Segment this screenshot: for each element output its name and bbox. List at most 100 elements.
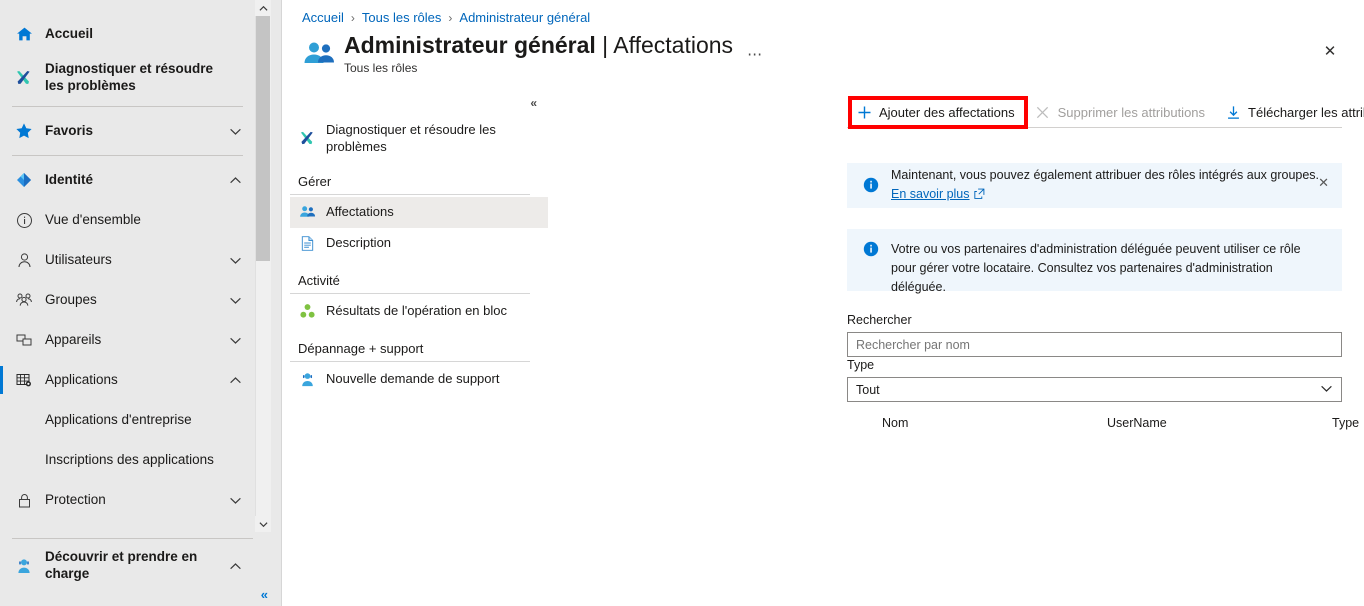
delete-assignments-button: Supprimer les attributions xyxy=(1026,97,1216,127)
sidebar-divider xyxy=(12,106,243,107)
sidebar-item-appareils[interactable]: Appareils xyxy=(0,320,255,360)
page-title-block: Administrateur général | Affectations To… xyxy=(344,32,733,75)
sidebar-item-label: Découvrir et prendre en charge xyxy=(45,549,225,583)
sidebar-divider xyxy=(12,155,243,156)
apps-grid-icon xyxy=(10,371,38,389)
info-banner-groups: Maintenant, vous pouvez également attrib… xyxy=(847,163,1342,208)
sidebar-item-identite[interactable]: Identité xyxy=(0,160,255,200)
sidebar-item-applications-entreprise[interactable]: Applications d'entreprise xyxy=(0,400,255,440)
download-assignments-button[interactable]: Télécharger les attributions xyxy=(1216,97,1364,127)
info-banner-text: Maintenant, vous pouvez également attrib… xyxy=(891,168,1319,182)
sidebar-item-groupes[interactable]: Groupes xyxy=(0,280,255,320)
blade-nav-item-nouvelle-demande-support[interactable]: Nouvelle demande de support xyxy=(290,364,548,395)
chevron-up-icon[interactable] xyxy=(225,560,245,573)
scrollbar-down-arrow[interactable] xyxy=(255,516,271,532)
blade-nav-item-label: Résultats de l'opération en bloc xyxy=(326,303,507,320)
chevron-down-icon[interactable] xyxy=(225,254,245,267)
sidebar-item-label: Inscriptions des applications xyxy=(10,452,245,469)
page-title-rest: Affectations xyxy=(613,32,733,58)
page-title-row: Administrateur général | Affectations To… xyxy=(302,32,763,75)
support-icon xyxy=(296,371,318,388)
info-circle-icon xyxy=(10,212,38,229)
en-savoir-plus-link[interactable]: En savoir plus xyxy=(891,187,970,201)
breadcrumb-item-administrateur-general[interactable]: Administrateur général xyxy=(459,10,590,25)
page-title: Administrateur général | Affectations xyxy=(344,32,733,59)
left-sidebar: Accueil Diagnostiquer et résoudre les pr… xyxy=(0,0,281,606)
blade-nav-item-affectations[interactable]: Affectations xyxy=(290,197,548,228)
sidebar-collapse-button[interactable]: « xyxy=(261,587,267,602)
sidebar-item-label: Applications d'entreprise xyxy=(10,412,245,429)
column-header-type[interactable]: Type xyxy=(1332,416,1359,430)
chevron-up-icon[interactable] xyxy=(225,374,245,387)
sidebar-item-label: Applications xyxy=(45,372,225,389)
add-assignments-button[interactable]: Ajouter des affectations xyxy=(847,97,1026,127)
sidebar-item-decouvrir[interactable]: Découvrir et prendre en charge xyxy=(0,546,255,586)
sidebar-item-favoris[interactable]: Favoris xyxy=(0,111,255,151)
role-members-icon xyxy=(302,38,336,72)
download-assignments-label: Télécharger les attributions xyxy=(1248,105,1364,120)
blade-nav-item-label: Nouvelle demande de support xyxy=(326,371,499,388)
column-header-nom[interactable]: Nom xyxy=(882,416,908,430)
column-header-username[interactable]: UserName xyxy=(1107,416,1167,430)
breadcrumb-separator: › xyxy=(351,11,355,25)
chevron-down-icon[interactable] xyxy=(225,294,245,307)
sidebar-item-inscriptions-applications[interactable]: Inscriptions des applications xyxy=(0,440,255,480)
home-icon xyxy=(10,26,38,43)
chevron-down-icon[interactable] xyxy=(225,125,245,138)
blade-nav-item-description[interactable]: Description xyxy=(290,228,548,259)
sidebar-scroll-region: Accueil Diagnostiquer et résoudre les pr… xyxy=(0,0,255,606)
page-title-separator: | xyxy=(596,32,614,58)
sidebar-divider xyxy=(12,538,253,539)
sidebar-item-label: Accueil xyxy=(45,26,225,43)
info-icon xyxy=(863,241,880,260)
delete-assignments-label: Supprimer les attributions xyxy=(1058,105,1205,120)
groups-icon xyxy=(10,291,38,309)
sidebar-item-diagnostiquer[interactable]: Diagnostiquer et résoudre les problèmes xyxy=(0,54,255,102)
sidebar-item-vue-densemble[interactable]: Vue d'ensemble xyxy=(0,200,255,240)
scrollbar-up-arrow[interactable] xyxy=(255,0,271,16)
sidebar-item-label: Utilisateurs xyxy=(45,252,225,269)
breadcrumb-item-tous-les-roles[interactable]: Tous les rôles xyxy=(362,10,441,25)
blade-nav-group-gerer: Gérer xyxy=(290,160,530,195)
sidebar-item-accueil[interactable]: Accueil xyxy=(0,14,255,54)
blade-nav-item-label: Diagnostiquer et résoudre les problèmes xyxy=(326,122,524,156)
azure-portal-window: Accueil Diagnostiquer et résoudre les pr… xyxy=(0,0,1364,606)
sidebar-item-applications[interactable]: Applications xyxy=(0,360,255,400)
page-subtitle: Tous les rôles xyxy=(344,61,733,75)
sidebar-scrollbar-thumb[interactable] xyxy=(256,16,270,261)
toolbar-divider xyxy=(847,127,1342,128)
assignments-icon xyxy=(296,204,318,221)
person-headset-icon xyxy=(10,557,38,575)
sidebar-item-protection[interactable]: Protection xyxy=(0,480,255,520)
info-icon xyxy=(863,177,880,196)
bulk-operation-icon xyxy=(296,303,318,320)
chevron-down-icon[interactable] xyxy=(225,334,245,347)
assignments-table-header: Nom UserName Type Portée xyxy=(847,410,1342,436)
breadcrumb-item-accueil[interactable]: Accueil xyxy=(302,10,344,25)
external-link-icon xyxy=(974,186,985,205)
type-select[interactable]: Tout xyxy=(847,377,1342,402)
sidebar-item-label: Groupes xyxy=(45,292,225,309)
search-input[interactable] xyxy=(847,332,1342,357)
add-assignments-label: Ajouter des affectations xyxy=(879,105,1015,120)
blade-nav-group-activite: Activité xyxy=(290,259,530,294)
type-select-value: Tout xyxy=(856,383,880,397)
banner-close-button[interactable]: ✕ xyxy=(1318,175,1329,191)
plus-icon xyxy=(856,104,872,120)
blade-nav-item-resultats-operation-bloc[interactable]: Résultats de l'opération en bloc xyxy=(290,296,548,327)
sidebar-item-utilisateurs[interactable]: Utilisateurs xyxy=(0,240,255,280)
chevron-up-icon[interactable] xyxy=(225,174,245,187)
info-banner-text: Votre ou vos partenaires d'administratio… xyxy=(891,240,1328,296)
devices-icon xyxy=(10,331,38,349)
chevron-down-icon xyxy=(1320,382,1333,398)
close-x-icon xyxy=(1035,104,1051,120)
blade-nav-collapse-button[interactable]: « xyxy=(530,96,536,110)
chevron-down-icon[interactable] xyxy=(225,494,245,507)
blade-nav-item-diagnostiquer[interactable]: Diagnostiquer et résoudre les problèmes xyxy=(290,118,548,160)
blade-nav-group-depannage: Dépannage + support xyxy=(290,327,530,362)
sidebar-item-label: Vue d'ensemble xyxy=(45,212,225,229)
blade-close-button[interactable]: ✕ xyxy=(1320,41,1340,61)
page-more-menu-button[interactable]: ⋯ xyxy=(747,45,763,63)
download-icon xyxy=(1225,104,1241,120)
star-icon xyxy=(10,122,38,140)
